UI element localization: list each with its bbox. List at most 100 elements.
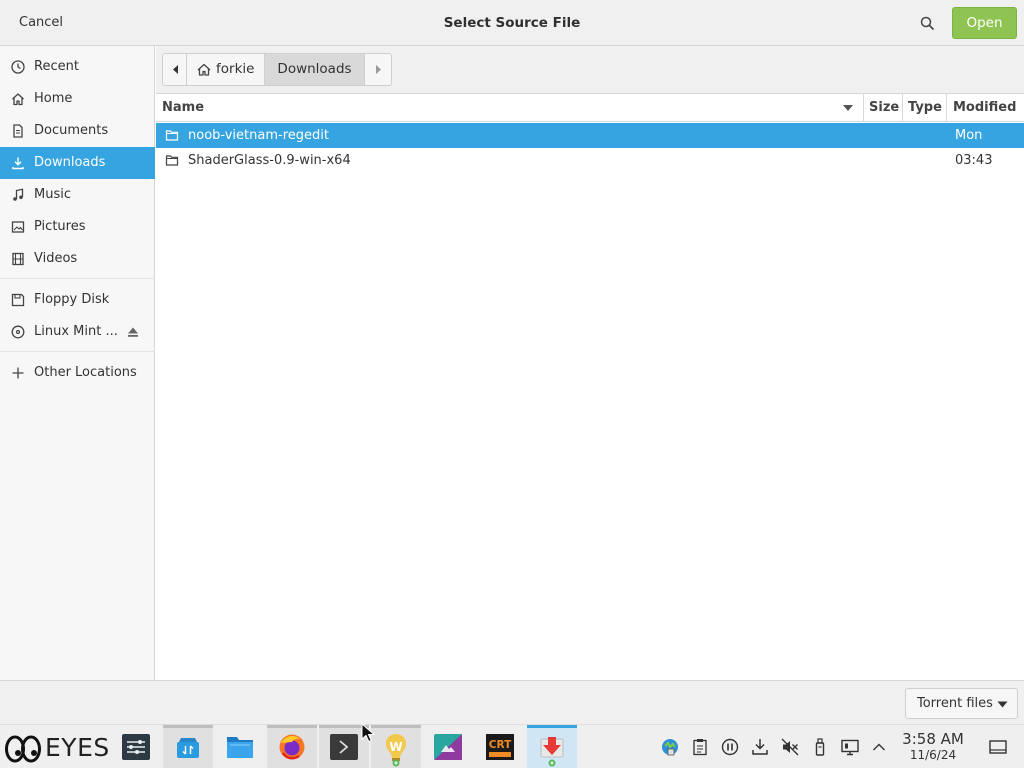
sidebar-item-label: Music bbox=[34, 187, 71, 202]
download-icon bbox=[12, 157, 24, 170]
taskbar-app-crt[interactable]: CRT bbox=[475, 725, 525, 768]
film-icon bbox=[12, 252, 24, 266]
path-home-button[interactable]: forkie bbox=[186, 53, 265, 86]
clock-date: 11/6/24 bbox=[909, 748, 957, 762]
volume-muted-icon[interactable] bbox=[780, 737, 800, 757]
file-name: ShaderGlass-0.9-win-x64 bbox=[188, 153, 351, 168]
picture-icon bbox=[11, 221, 25, 233]
system-settings-icon bbox=[122, 734, 150, 760]
taskbar-app-firefox[interactable] bbox=[267, 725, 317, 768]
crt-app-label: CRT bbox=[489, 739, 512, 751]
firefox-icon bbox=[279, 734, 305, 760]
sidebar-item-label: Recent bbox=[34, 59, 79, 74]
pause-icon[interactable] bbox=[720, 737, 740, 757]
taskbar-app-settings[interactable] bbox=[111, 725, 161, 768]
column-header-size[interactable]: Size bbox=[869, 94, 899, 122]
column-header-name-label: Name bbox=[162, 100, 205, 115]
chevron-up-icon[interactable] bbox=[869, 737, 889, 757]
sidebar-item-other-locations[interactable]: Other Locations bbox=[0, 357, 155, 389]
start-menu-button[interactable]: EYES bbox=[4, 731, 109, 763]
chevron-left-icon bbox=[173, 65, 178, 74]
sidebar-item-downloads[interactable]: Downloads bbox=[0, 147, 155, 179]
column-header-name[interactable]: Name bbox=[162, 94, 862, 122]
taskbar: EYES W CRT 3:58 AM 11/6/24 bbox=[0, 724, 1024, 768]
sidebar-item-label: Downloads bbox=[34, 155, 106, 170]
file-row[interactable]: noob-vietnam-regedit Mon bbox=[156, 123, 1024, 148]
column-separator bbox=[902, 94, 903, 122]
path-home-label: forkie bbox=[216, 61, 255, 77]
file-modified: Mon bbox=[955, 128, 983, 143]
file-type-filter[interactable]: Torrent files bbox=[905, 688, 1018, 719]
path-downloads-button[interactable]: Downloads bbox=[264, 53, 365, 86]
dialog-footer: Torrent files bbox=[0, 680, 1024, 724]
column-separator bbox=[946, 94, 947, 122]
path-bar: forkie Downloads bbox=[156, 46, 1024, 94]
search-button[interactable] bbox=[912, 8, 942, 38]
wine-icon: W bbox=[386, 734, 406, 767]
taskbar-app-image-editor[interactable] bbox=[423, 725, 473, 768]
usb-drive-icon[interactable] bbox=[810, 737, 830, 757]
places-sidebar: Recent Home Documents Downloads Music Pi… bbox=[0, 46, 155, 680]
optical-disc-icon bbox=[11, 325, 25, 339]
file-list: Name Size Type Modified noob-vietnam-reg… bbox=[156, 94, 1024, 680]
image-editor-icon bbox=[434, 734, 462, 760]
crt-app-icon: CRT bbox=[486, 734, 514, 760]
folder-icon bbox=[165, 130, 179, 141]
taskbar-app-files[interactable] bbox=[215, 725, 265, 768]
network-wired-icon[interactable] bbox=[840, 737, 860, 757]
document-icon bbox=[13, 124, 23, 138]
folder-icon bbox=[165, 155, 179, 166]
sidebar-item-documents[interactable]: Documents bbox=[0, 115, 155, 147]
file-name: noob-vietnam-regedit bbox=[188, 128, 329, 143]
sidebar-item-floppy-disk[interactable]: Floppy Disk bbox=[0, 284, 155, 316]
file-list-header: Name Size Type Modified bbox=[156, 94, 1024, 122]
sidebar-item-pictures[interactable]: Pictures bbox=[0, 211, 155, 243]
floppy-disk-icon bbox=[11, 293, 25, 307]
sidebar-item-linux-mint[interactable]: Linux Mint ... bbox=[0, 316, 155, 348]
mouse-pointer-icon bbox=[361, 723, 375, 743]
chevron-right-icon bbox=[376, 65, 381, 74]
sidebar-item-recent[interactable]: Recent bbox=[0, 51, 155, 83]
eject-icon[interactable] bbox=[126, 324, 140, 340]
file-modified: 03:43 bbox=[955, 153, 993, 168]
column-header-modified[interactable]: Modified bbox=[953, 94, 1016, 122]
file-type-filter-label: Torrent files bbox=[917, 696, 993, 711]
sidebar-separator bbox=[0, 278, 155, 279]
file-manager-icon bbox=[227, 737, 253, 758]
open-button[interactable]: Open bbox=[952, 7, 1017, 39]
dialog-title: Select Source File bbox=[443, 15, 581, 31]
sidebar-separator bbox=[0, 351, 155, 352]
show-desktop-icon[interactable] bbox=[988, 737, 1008, 757]
sort-down-icon[interactable] bbox=[842, 104, 854, 112]
sidebar-item-home[interactable]: Home bbox=[0, 83, 155, 115]
sidebar-item-label: Videos bbox=[34, 251, 78, 266]
sidebar-item-label: Home bbox=[34, 91, 73, 106]
clock-time: 3:58 AM bbox=[902, 730, 964, 748]
path-scroll-left-button[interactable] bbox=[162, 53, 187, 86]
taskbar-app-store[interactable] bbox=[163, 725, 213, 768]
eyes-logo-icon bbox=[5, 735, 41, 763]
terminal-icon bbox=[330, 734, 358, 760]
torrent-downloader-icon bbox=[540, 737, 564, 767]
taskbar-app-torrent[interactable] bbox=[527, 725, 577, 768]
cancel-button[interactable]: Cancel bbox=[10, 8, 72, 38]
download-tray-icon[interactable] bbox=[750, 737, 770, 757]
sidebar-item-music[interactable]: Music bbox=[0, 179, 155, 211]
home-icon bbox=[12, 93, 24, 106]
column-separator bbox=[863, 94, 864, 122]
clipboard-icon[interactable] bbox=[690, 737, 710, 757]
svg-text:W: W bbox=[389, 740, 402, 754]
sidebar-item-label: Documents bbox=[34, 123, 109, 138]
home-icon bbox=[197, 63, 211, 76]
start-menu-label: EYES bbox=[45, 733, 110, 762]
sidebar-item-label: Floppy Disk bbox=[34, 292, 110, 307]
sidebar-item-videos[interactable]: Videos bbox=[0, 243, 155, 275]
file-row[interactable]: ShaderGlass-0.9-win-x64 03:43 bbox=[156, 148, 1024, 173]
taskbar-clock[interactable]: 3:58 AM 11/6/24 bbox=[898, 730, 968, 763]
sidebar-item-label: Other Locations bbox=[34, 365, 137, 380]
search-icon bbox=[920, 16, 934, 30]
taskbar-app-wine[interactable]: W bbox=[371, 725, 421, 768]
path-scroll-right-button[interactable] bbox=[364, 53, 392, 86]
column-header-type[interactable]: Type bbox=[908, 94, 942, 122]
update-manager-icon[interactable] bbox=[660, 737, 680, 757]
